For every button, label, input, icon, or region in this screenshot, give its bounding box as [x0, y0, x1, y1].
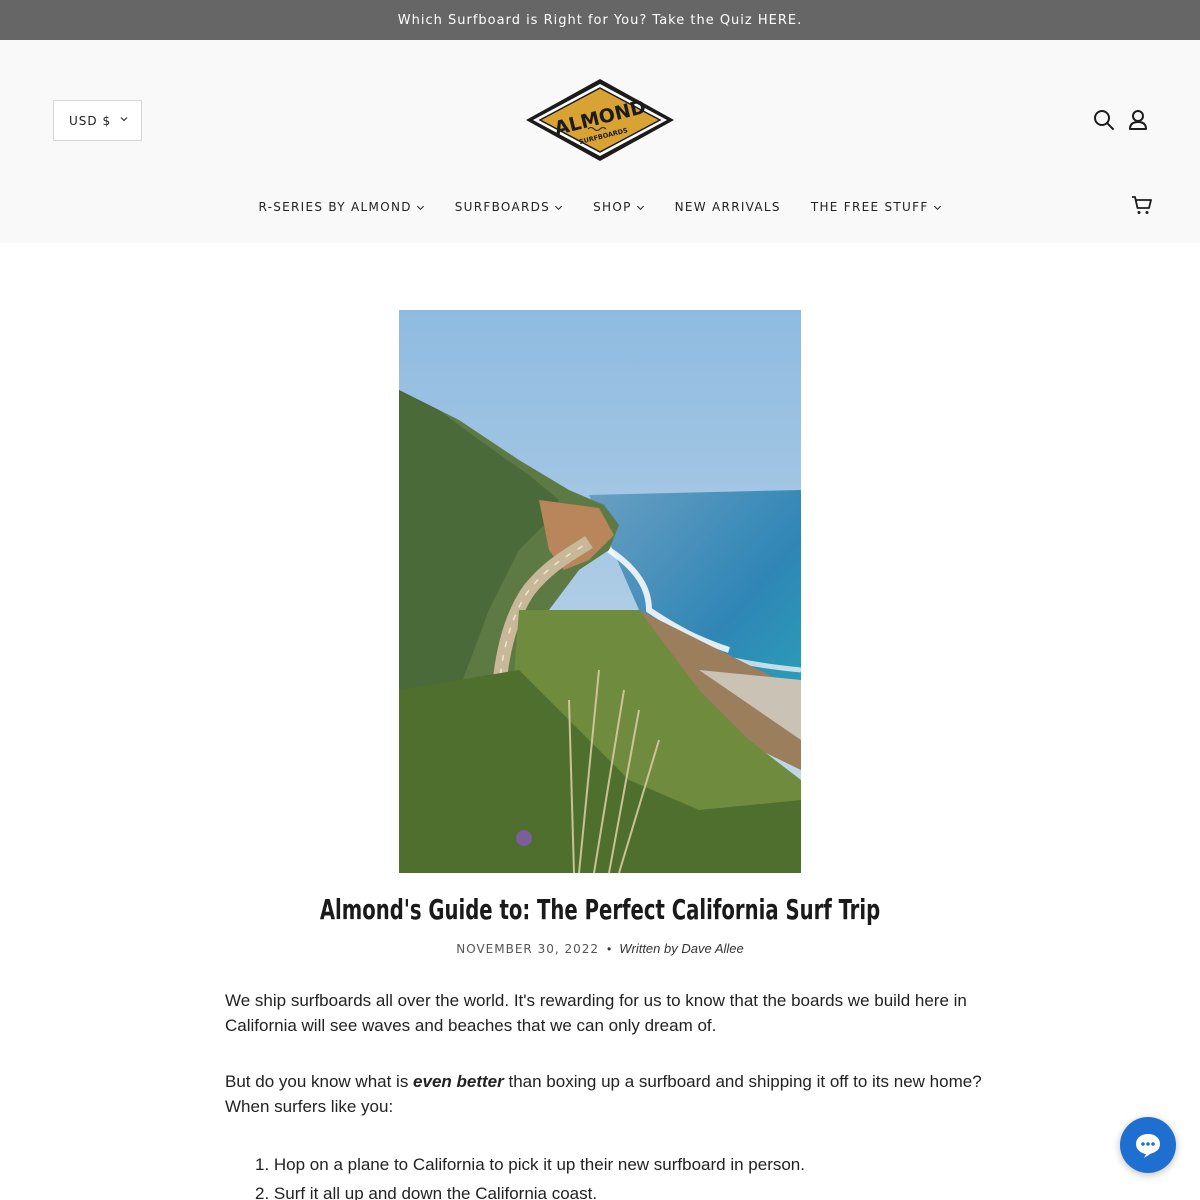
nav-item-label: R-SERIES BY ALMOND	[258, 200, 412, 214]
chevron-down-icon	[636, 205, 644, 210]
nav-item-label: NEW ARRIVALS	[674, 200, 781, 214]
cart-icon	[1132, 196, 1152, 214]
site-logo[interactable]: ALMOND SURFBOARDS	[524, 77, 676, 163]
nav-item-shop[interactable]: SHOP	[593, 197, 645, 217]
chevron-down-icon	[416, 205, 424, 210]
announcement-text[interactable]: Which Surfboard is Right for You? Take t…	[398, 13, 802, 28]
search-button[interactable]	[1092, 108, 1116, 132]
account-icon	[1129, 110, 1147, 130]
main-navigation: R-SERIES BY ALMOND SURFBOARDS SHOP NEW A…	[0, 197, 1200, 217]
chevron-down-icon	[120, 117, 128, 122]
nav-item-label: SHOP	[593, 200, 632, 214]
nav-item-free-stuff[interactable]: THE FREE STUFF	[811, 197, 942, 217]
chevron-down-icon	[933, 205, 941, 210]
chat-icon	[1136, 1134, 1160, 1158]
article-paragraph-1: We ship surfboards all over the world. I…	[225, 991, 967, 1035]
paragraph-emphasis: even better	[413, 1072, 504, 1091]
nav-item-new-arrivals[interactable]: NEW ARRIVALS	[675, 197, 781, 217]
paragraph-text: But do you know what is	[225, 1072, 414, 1091]
search-icon	[1094, 110, 1114, 130]
article-author: Written by Dave Allee	[619, 941, 744, 956]
announcement-bar[interactable]: Which Surfboard is Right for You? Take t…	[0, 0, 1200, 40]
account-button[interactable]	[1126, 108, 1150, 132]
meta-separator: •	[607, 941, 612, 956]
nav-item-surfboards[interactable]: SURFBOARDS	[455, 197, 563, 217]
nav-item-label: THE FREE STUFF	[810, 200, 929, 214]
site-header: USD $ ALMOND SURFBOARDS R-SERIES BY ALMO…	[0, 40, 1200, 243]
list-item: 1. Hop on a plane to California to pick …	[255, 1155, 805, 1174]
nav-item-label: SURFBOARDS	[454, 200, 551, 214]
article-hero-image	[399, 310, 801, 873]
article-list: 1. Hop on a plane to California to pick …	[255, 1150, 975, 1200]
chat-widget-button[interactable]	[1120, 1117, 1176, 1173]
article-meta: NOVEMBER 30, 2022 • Written by Dave Alle…	[0, 941, 1200, 956]
currency-label: USD $	[69, 113, 112, 128]
currency-selector[interactable]: USD $	[53, 100, 142, 141]
nav-item-r-series[interactable]: R-SERIES BY ALMOND	[258, 197, 424, 217]
cart-button[interactable]	[1130, 193, 1154, 217]
article-paragraph-2: But do you know what is even better than…	[225, 1069, 985, 1119]
chevron-down-icon	[555, 205, 563, 210]
article-date: NOVEMBER 30, 2022	[456, 941, 600, 956]
article-title: Almond's Guide to: The Perfect Californi…	[319, 893, 881, 926]
list-item: 2. Surf it all up and down the Californi…	[255, 1184, 598, 1200]
